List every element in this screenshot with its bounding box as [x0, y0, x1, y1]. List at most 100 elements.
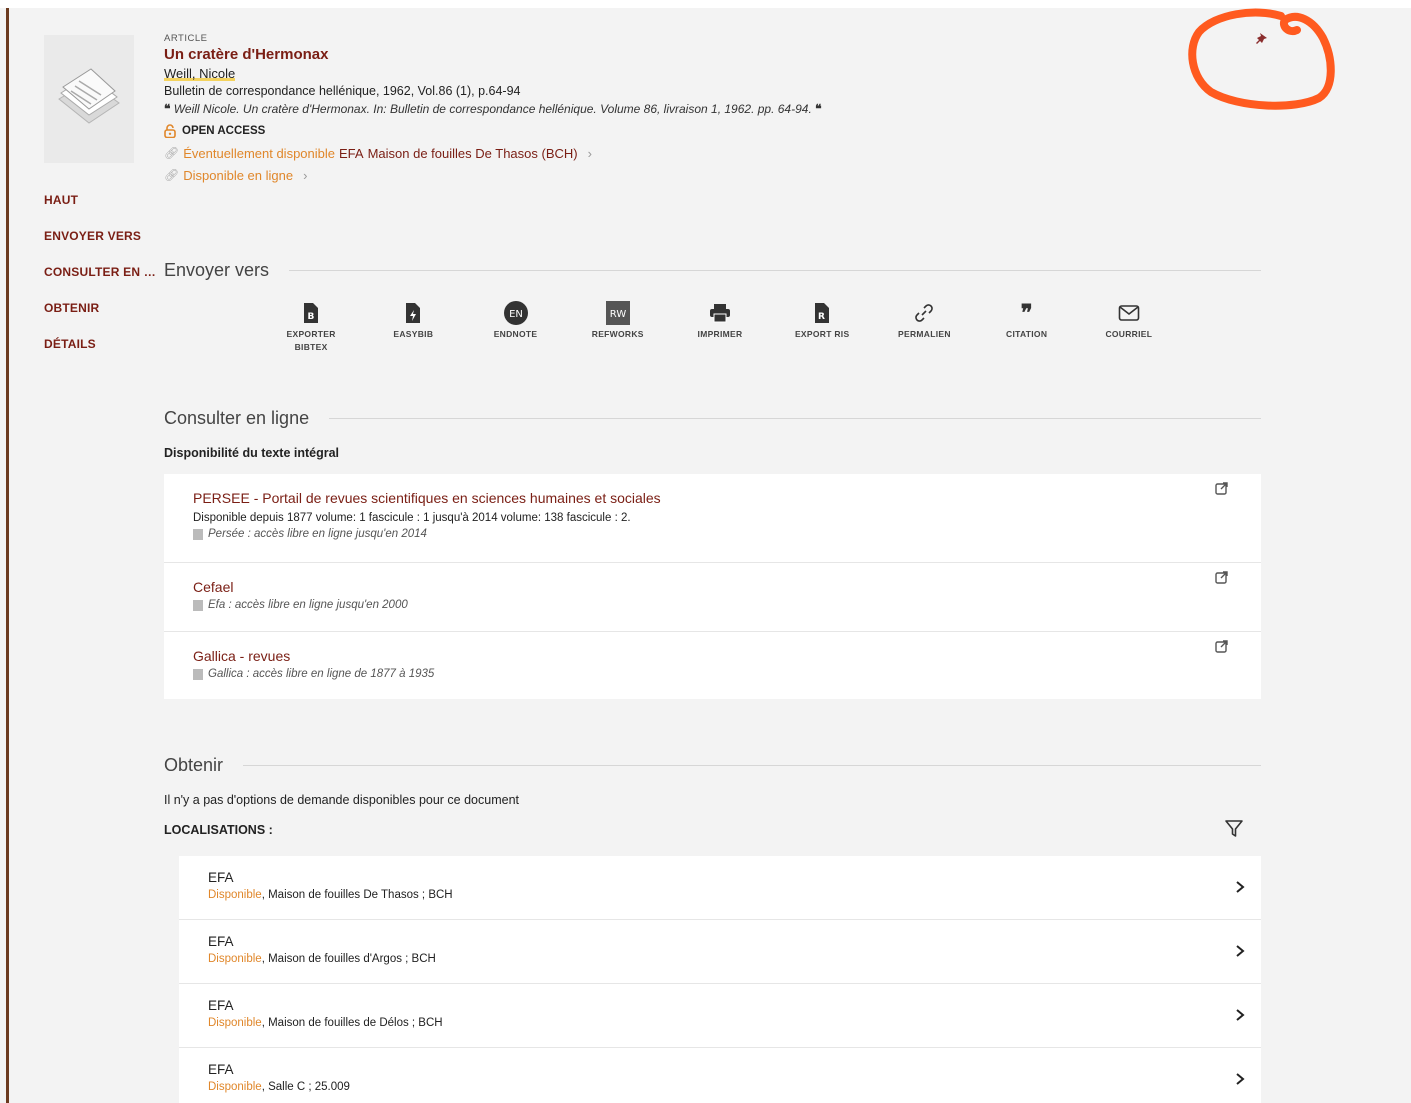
availability-status: Disponible en ligne: [183, 167, 294, 183]
mail-icon: [1118, 305, 1140, 321]
status-available: Disponible: [208, 1017, 262, 1029]
export-bibtex-button[interactable]: B EXPORTER BIBTEX: [260, 300, 362, 354]
request-info: Il n'y a pas d'options de demande dispon…: [164, 793, 520, 807]
quote-icon: ❞: [1020, 300, 1033, 325]
holdings-list: EFA Disponible, Maison de fouilles De Th…: [179, 856, 1261, 1103]
action-label: CITATION: [1006, 329, 1048, 339]
chevron-right-icon: ›: [303, 167, 308, 183]
get-heading: Obtenir: [164, 755, 224, 775]
record-source: Bulletin de correspondance hellénique, 1…: [164, 84, 521, 98]
holding-item[interactable]: EFA Disponible, Salle C ; 25.009: [179, 1048, 1261, 1103]
nav-obtenir[interactable]: OBTENIR: [44, 301, 162, 337]
holding-library: EFA: [208, 998, 234, 1013]
link-note: Gallica : accès libre en ligne de 1877 à…: [193, 668, 1261, 680]
chevron-right-icon[interactable]: [1235, 880, 1245, 894]
holding-item[interactable]: EFA Disponible, Maison de fouilles De Th…: [179, 856, 1261, 920]
chevron-right-icon[interactable]: [1235, 1008, 1245, 1022]
action-label: IMPRIMER: [697, 329, 743, 339]
action-label: PERMALIEN: [898, 329, 951, 339]
status-available: Disponible: [208, 1081, 262, 1093]
file-bibtex-icon: B: [304, 303, 319, 323]
online-links-list: PERSEE - Portail de revues scientifiques…: [164, 474, 1261, 699]
action-label: EXPORT RIS: [794, 329, 850, 339]
easybib-button[interactable]: EASYBIB: [362, 300, 464, 354]
holding-item[interactable]: EFA Disponible, Maison de fouilles de Dé…: [179, 984, 1261, 1048]
record-thumbnail: [44, 35, 134, 163]
link-icon: 🔗︎: [164, 168, 180, 182]
holding-location: , Maison de fouilles de Délos ; BCH: [261, 1017, 443, 1029]
link-icon: [915, 304, 934, 322]
holding-library: EFA: [208, 870, 234, 885]
action-label: ENDNOTE: [493, 329, 538, 339]
print-icon: [709, 304, 730, 323]
sendto-actions: B EXPORTER BIBTEX EASYBIB EN ENDNOTE RW …: [260, 300, 1180, 354]
easybib-icon: [406, 303, 421, 323]
endnote-button[interactable]: EN ENDNOTE: [464, 300, 566, 354]
svg-text:RW: RW: [610, 309, 627, 320]
link-note-text: Gallica : accès libre en ligne de 1877 à…: [208, 668, 435, 680]
chevron-right-icon[interactable]: [1235, 1072, 1245, 1086]
locations-label: LOCALISATIONS :: [164, 823, 273, 837]
document-icon: [58, 68, 120, 124]
external-link-icon[interactable]: [1215, 571, 1228, 584]
record-title[interactable]: Un cratère d'Hermonax: [164, 46, 1164, 66]
refworks-icon: RW: [605, 301, 630, 325]
link-note-text: Persée : accès libre en ligne jusqu'en 2…: [208, 528, 427, 540]
export-ris-button[interactable]: R EXPORT RIS: [771, 300, 873, 354]
online-link-item[interactable]: Gallica - revues Gallica : accès libre e…: [164, 632, 1261, 699]
external-link-icon[interactable]: [1215, 482, 1228, 495]
holding-item[interactable]: EFA Disponible, Maison de fouilles d'Arg…: [179, 920, 1261, 984]
top-bar: [0, 0, 1411, 8]
nav-consulter-en-ligne[interactable]: CONSULTER EN LIGNE: [44, 265, 162, 301]
nav-haut[interactable]: HAUT: [44, 193, 162, 229]
online-link-item[interactable]: Cefael Efa : accès libre en ligne jusqu'…: [164, 563, 1261, 632]
sendto-section-header: Envoyer vers: [164, 260, 1261, 281]
nav-details[interactable]: DÉTAILS: [44, 337, 162, 373]
holding-status: Disponible, Maison de fouilles De Thasos…: [208, 889, 1261, 901]
link-note-text: Efa : accès libre en ligne jusqu'en 2000: [208, 599, 408, 611]
left-border: [6, 8, 9, 1103]
sendto-heading: Envoyer vers: [164, 260, 270, 280]
online-link-item[interactable]: PERSEE - Portail de revues scientifiques…: [164, 474, 1261, 563]
link-title[interactable]: Gallica - revues: [193, 648, 1261, 664]
permalink-button[interactable]: PERMALIEN: [873, 300, 975, 354]
availability-location: Maison de fouilles De Thasos (BCH): [367, 145, 578, 161]
chevron-right-icon[interactable]: [1235, 944, 1245, 958]
chevron-right-icon: ›: [587, 145, 592, 161]
link-title[interactable]: Cefael: [193, 579, 1261, 595]
print-button[interactable]: IMPRIMER: [669, 300, 771, 354]
refworks-button[interactable]: RW REFWORKS: [567, 300, 669, 354]
fulltext-heading: Disponibilité du texte intégral: [164, 446, 340, 460]
filter-icon[interactable]: [1224, 818, 1244, 838]
holding-location: , Maison de fouilles De Thasos ; BCH: [261, 889, 453, 901]
action-label: EXPORTER BIBTEX: [286, 329, 336, 352]
nav-envoyer-vers[interactable]: ENVOYER VERS: [44, 229, 162, 265]
holding-status: Disponible, Salle C ; 25.009: [208, 1081, 1261, 1093]
availability-online[interactable]: 🔗︎ Disponible en ligne ›: [164, 164, 1164, 186]
open-access-label: OPEN ACCESS: [182, 125, 266, 137]
availability-status: Éventuellement disponible: [183, 145, 336, 161]
external-link-icon[interactable]: [1215, 640, 1228, 653]
citation-text: Weill Nicole. Un cratère d'Hermonax. In:…: [173, 102, 812, 116]
holding-status: Disponible, Maison de fouilles de Délos …: [208, 1017, 1261, 1029]
email-button[interactable]: COURRIEL: [1078, 300, 1180, 354]
holding-status: Disponible, Maison de fouilles d'Argos ;…: [208, 953, 1261, 965]
availability-library: EFA: [339, 145, 364, 161]
holding-location: , Salle C ; 25.009: [261, 1081, 350, 1093]
endnote-icon: EN: [503, 301, 528, 325]
link-title[interactable]: PERSEE - Portail de revues scientifiques…: [193, 490, 1261, 506]
annotation-circle: [1188, 8, 1335, 110]
holding-library: EFA: [208, 1062, 234, 1077]
citation-button[interactable]: ❞ CITATION: [976, 300, 1078, 354]
availability-physical[interactable]: 🔗︎ Éventuellement disponible EFA Maison …: [164, 142, 1164, 164]
svg-text:R: R: [818, 312, 825, 322]
note-doc-icon: [193, 599, 203, 611]
section-nav: HAUT ENVOYER VERS CONSULTER EN LIGNE OBT…: [44, 193, 162, 373]
online-heading: Consulter en ligne: [164, 408, 310, 428]
author-link[interactable]: Weill, Nicole: [164, 66, 236, 81]
link-note: Efa : accès libre en ligne jusqu'en 2000: [193, 599, 1261, 611]
record-author[interactable]: Weill, Nicole: [164, 66, 1164, 84]
svg-text:B: B: [308, 312, 315, 322]
online-section-header: Consulter en ligne: [164, 408, 1261, 429]
get-section-header: Obtenir: [164, 755, 1261, 776]
